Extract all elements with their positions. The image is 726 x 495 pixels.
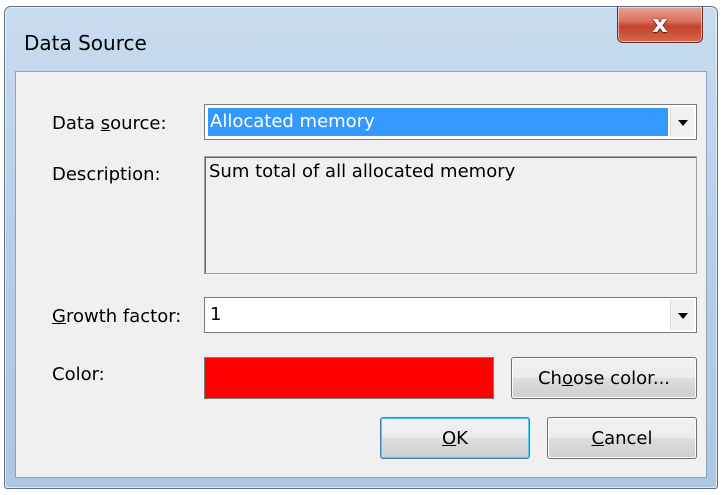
description-box: Sum total of all allocated memory: [204, 156, 697, 274]
growth-factor-label: Growth factor:: [52, 306, 182, 327]
chevron-down-icon[interactable]: [670, 300, 694, 330]
data-source-combo[interactable]: Allocated memory: [204, 104, 697, 140]
description-label: Description:: [52, 164, 161, 185]
description-text: Sum total of all allocated memory: [209, 161, 516, 182]
ok-button[interactable]: OK: [380, 417, 530, 459]
close-icon: x: [652, 10, 668, 38]
color-swatch: [204, 357, 494, 399]
close-button[interactable]: x: [617, 7, 703, 43]
data-source-label: Data source:: [52, 113, 167, 134]
cancel-button[interactable]: Cancel: [547, 417, 697, 459]
data-source-value: Allocated memory: [208, 108, 668, 136]
growth-factor-value: 1: [210, 304, 222, 325]
color-label: Color:: [52, 364, 105, 385]
chevron-down-icon[interactable]: [670, 107, 694, 137]
title-bar[interactable]: Data Source x: [5, 7, 717, 71]
dialog-window: Data Source x Data source: Allocated mem…: [4, 6, 718, 489]
choose-color-button[interactable]: Ch o ose color...: [511, 357, 697, 399]
growth-factor-combo[interactable]: 1: [204, 297, 697, 333]
dialog-title: Data Source: [24, 31, 147, 55]
dialog-body: Data source: Allocated memory Descriptio…: [15, 71, 707, 478]
